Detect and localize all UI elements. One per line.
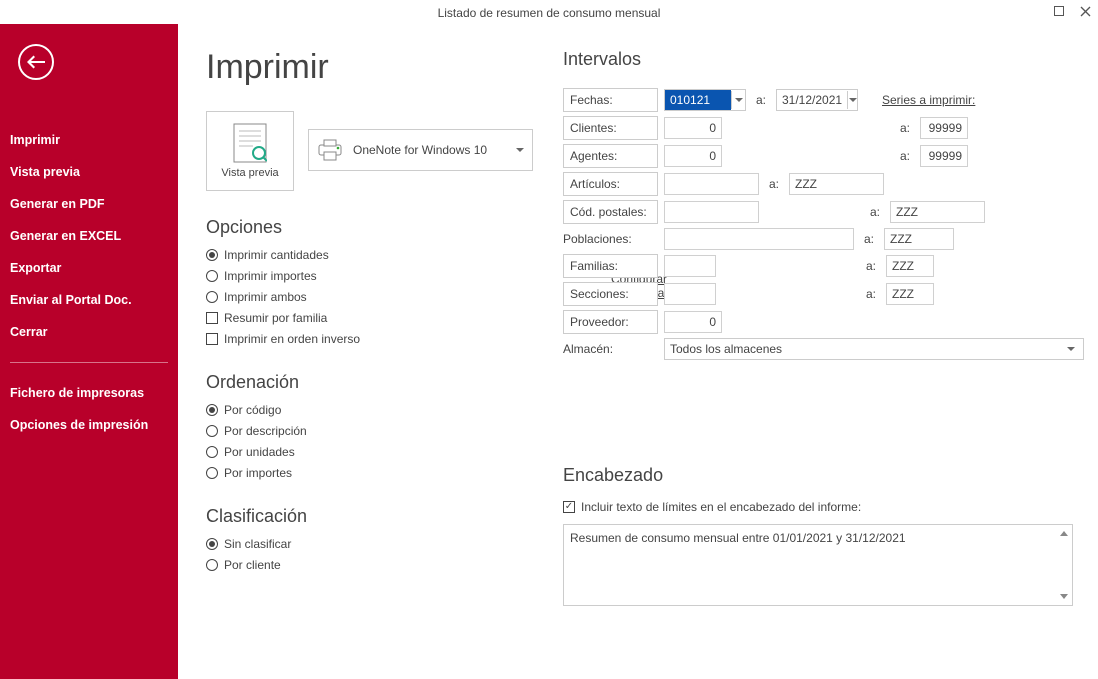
radio-icon [206,404,218,416]
articulos-label: Artículos: [563,172,658,196]
series-imprimir-link[interactable]: Series a imprimir: [882,93,975,107]
checkbox-icon [206,333,218,345]
articulos-to-input[interactable] [789,173,884,195]
proveedor-label: Proveedor: [563,310,658,334]
opcion-imprimir-cantidades[interactable]: Imprimir cantidades [206,248,546,262]
chevron-down-icon [516,148,524,152]
a-label: a: [866,205,884,219]
opcion-imprimir-ambos[interactable]: Imprimir ambos [206,290,546,304]
clasif-sin-clasificar[interactable]: Sin clasificar [206,537,546,551]
printer-select[interactable]: OneNote for Windows 10 [308,129,533,171]
clientes-label: Clientes: [563,116,658,140]
maximize-button[interactable] [1050,2,1068,20]
sidebar-divider [10,362,168,363]
secciones-to-input[interactable] [886,283,934,305]
sidebar-item-exportar[interactable]: Exportar [0,252,178,284]
a-label: a: [765,177,783,191]
scroll-down-button[interactable] [1056,589,1071,604]
clientes-to-input[interactable] [920,117,968,139]
document-preview-icon [233,123,267,163]
poblaciones-from-input[interactable] [664,228,854,250]
agentes-label: Agentes: [563,144,658,168]
sidebar-item-generar-excel[interactable]: Generar en EXCEL [0,220,178,252]
back-button[interactable] [18,44,54,80]
opcion-resumir-familia[interactable]: Resumir por familia [206,311,546,325]
familias-from-input[interactable] [664,255,716,277]
a-label: a: [752,93,770,107]
radio-icon [206,291,218,303]
codpostales-from-input[interactable] [664,201,759,223]
preview-label: Vista previa [221,167,278,179]
close-button[interactable] [1076,2,1094,20]
a-label: a: [896,121,914,135]
familias-to-input[interactable] [886,255,934,277]
radio-icon [206,446,218,458]
articulos-from-input[interactable] [664,173,759,195]
a-label: a: [862,287,880,301]
sidebar-item-opciones-impresion[interactable]: Opciones de impresión [0,409,178,441]
radio-icon [206,559,218,571]
opciones-title: Opciones [206,217,546,238]
encabezado-check[interactable]: Incluir texto de límites en el encabezad… [563,500,1098,514]
clasificacion-title: Clasificación [206,506,546,527]
sidebar-item-vista-previa[interactable]: Vista previa [0,156,178,188]
radio-icon [206,538,218,550]
radio-icon [206,249,218,261]
sidebar: Imprimir Vista previa Generar en PDF Gen… [0,24,178,679]
sidebar-item-imprimir[interactable]: Imprimir [0,124,178,156]
almacen-select[interactable]: Todos los almacenes [664,338,1084,360]
radio-icon [206,467,218,479]
fechas-from-input[interactable]: 010121 [664,89,746,111]
printer-icon [317,139,343,161]
almacen-label: Almacén: [563,342,658,356]
poblaciones-label: Poblaciones: [563,228,658,250]
clasif-por-cliente[interactable]: Por cliente [206,558,546,572]
familias-label: Familias: [563,254,658,278]
poblaciones-to-input[interactable] [884,228,954,250]
chevron-down-icon [847,91,857,109]
ordenacion-title: Ordenación [206,372,546,393]
clientes-from-input[interactable] [664,117,722,139]
sidebar-item-cerrar[interactable]: Cerrar [0,316,178,348]
encabezado-textarea[interactable]: Resumen de consumo mensual entre 01/01/2… [563,524,1073,606]
checkbox-icon [563,501,575,513]
chevron-down-icon [1064,347,1078,351]
checkbox-icon [206,312,218,324]
window-title: Listado de resumen de consumo mensual [438,6,661,20]
a-label: a: [860,232,878,246]
a-label: a: [896,149,914,163]
opcion-orden-inverso[interactable]: Imprimir en orden inverso [206,332,546,346]
titlebar: Listado de resumen de consumo mensual [0,0,1098,26]
radio-icon [206,425,218,437]
opcion-imprimir-importes[interactable]: Imprimir importes [206,269,546,283]
radio-icon [206,270,218,282]
printer-name: OneNote for Windows 10 [353,143,506,157]
secciones-from-input[interactable] [664,283,716,305]
codpostales-label: Cód. postales: [563,200,658,224]
orden-por-importes[interactable]: Por importes [206,466,546,480]
agentes-from-input[interactable] [664,145,722,167]
agentes-to-input[interactable] [920,145,968,167]
sidebar-item-generar-pdf[interactable]: Generar en PDF [0,188,178,220]
codpostales-to-input[interactable] [890,201,985,223]
fechas-label: Fechas: [563,88,658,112]
intervalos-title: Intervalos [563,49,1098,70]
chevron-down-icon [731,91,745,109]
proveedor-input[interactable] [664,311,722,333]
orden-por-unidades[interactable]: Por unidades [206,445,546,459]
sidebar-item-fichero-impresoras[interactable]: Fichero de impresoras [0,377,178,409]
vista-previa-button[interactable]: Vista previa [206,111,294,191]
orden-por-descripcion[interactable]: Por descripción [206,424,546,438]
sidebar-item-enviar-portal[interactable]: Enviar al Portal Doc. [0,284,178,316]
encabezado-title: Encabezado [563,465,1098,486]
orden-por-codigo[interactable]: Por código [206,403,546,417]
fechas-to-input[interactable]: 31/12/2021 [776,89,858,111]
scroll-up-button[interactable] [1056,526,1071,541]
secciones-label: Secciones: [563,282,658,306]
a-label: a: [862,259,880,273]
